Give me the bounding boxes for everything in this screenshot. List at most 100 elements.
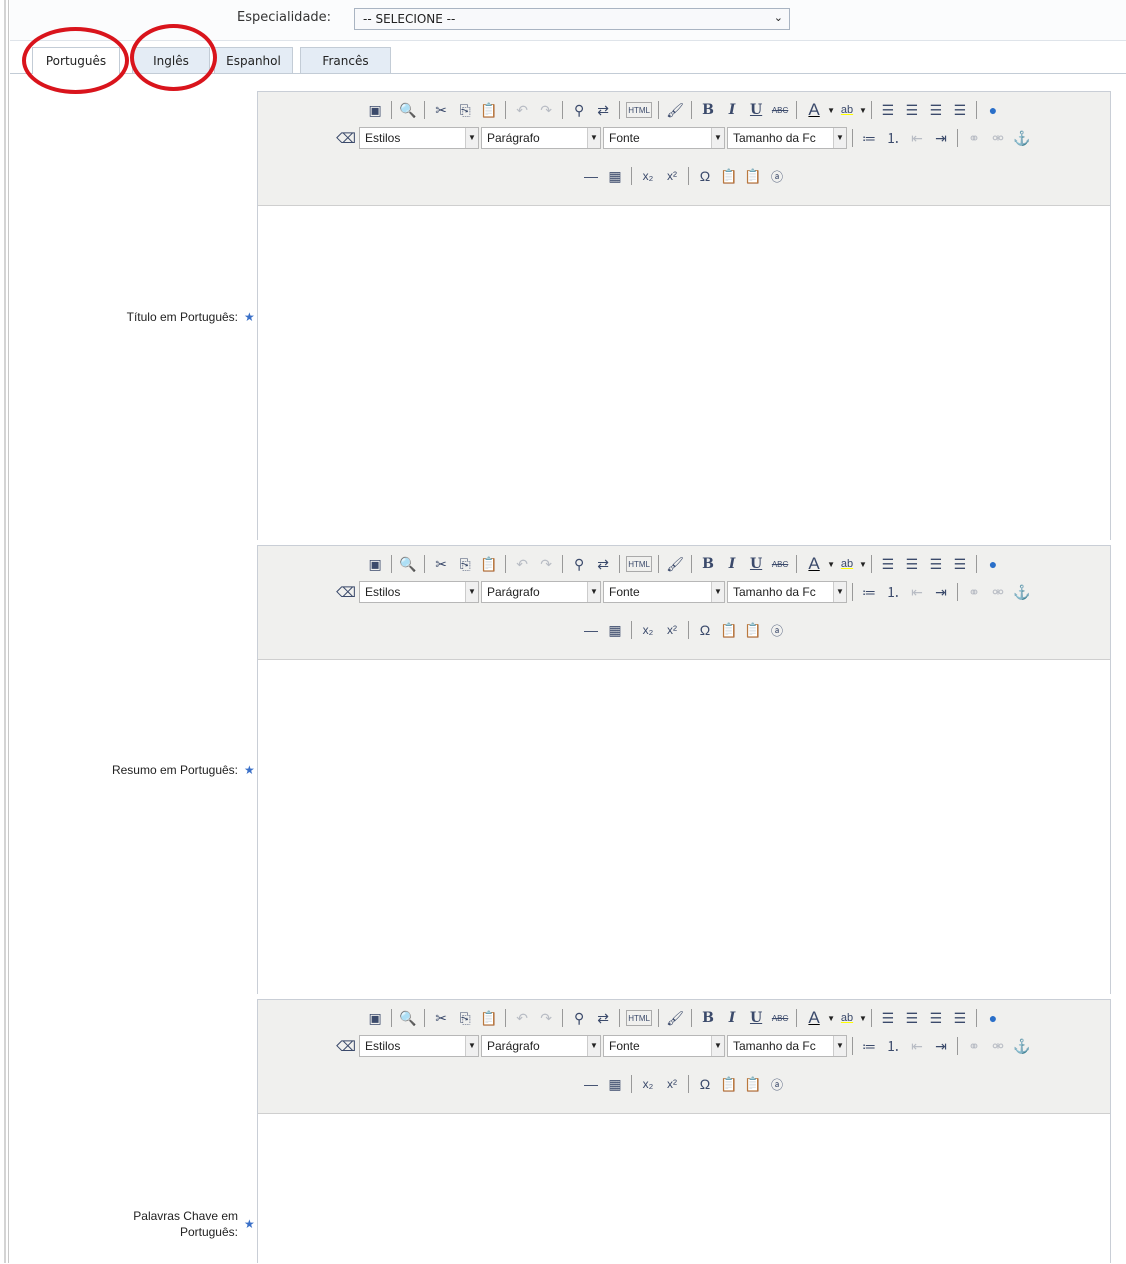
table-icon[interactable]: ▦ (605, 166, 625, 186)
italic-icon[interactable]: I (722, 100, 742, 120)
highlight-color-icon[interactable]: ab (837, 100, 857, 120)
indent-icon[interactable]: ⇥ (931, 582, 951, 602)
fullscreen-icon[interactable]: ▣ (365, 100, 385, 120)
align-center-icon[interactable]: ☰ (902, 554, 922, 574)
replace-icon[interactable]: ⇄ (593, 554, 613, 574)
html-source-icon[interactable]: HTML (626, 102, 653, 118)
font-color-icon[interactable]: A (803, 100, 825, 120)
redo-icon[interactable]: ↷ (536, 100, 556, 120)
outdent-icon[interactable]: ⇤ (907, 582, 927, 602)
font-combo[interactable]: Fonte ▼ (603, 1035, 725, 1057)
find-icon[interactable]: ⚲ (569, 554, 589, 574)
tab-ingles[interactable]: Inglês (132, 47, 210, 73)
horizontal-rule-icon[interactable]: — (581, 620, 601, 640)
align-left-icon[interactable]: ☰ (878, 1008, 898, 1028)
bold-icon[interactable]: B (698, 554, 718, 574)
help-icon[interactable]: ● (983, 100, 1003, 120)
paste-icon[interactable]: 📋 (479, 100, 499, 120)
align-right-icon[interactable]: ☰ (926, 554, 946, 574)
font-color-icon[interactable]: A (803, 554, 825, 574)
anchor-icon[interactable]: ⚓ (1012, 128, 1032, 148)
font-size-combo[interactable]: Tamanho da Fc ▼ (727, 127, 847, 149)
paste-word-icon[interactable]: 📋 (743, 1074, 763, 1094)
bold-icon[interactable]: B (698, 1008, 718, 1028)
strikethrough-icon[interactable]: ABC (770, 554, 790, 574)
help-icon[interactable]: ● (983, 554, 1003, 574)
align-left-icon[interactable]: ☰ (878, 100, 898, 120)
undo-icon[interactable]: ↶ (512, 554, 532, 574)
styles-combo[interactable]: Estilos ▼ (359, 1035, 479, 1057)
bold-icon[interactable]: B (698, 100, 718, 120)
special-char-icon[interactable]: Ω (695, 166, 715, 186)
link-icon[interactable]: ⚭ (964, 582, 984, 602)
outdent-icon[interactable]: ⇤ (907, 128, 927, 148)
replace-icon[interactable]: ⇄ (593, 100, 613, 120)
subscript-icon[interactable]: x₂ (638, 1074, 658, 1094)
find-icon[interactable]: ⚲ (569, 100, 589, 120)
fullscreen-icon[interactable]: ▣ (365, 1008, 385, 1028)
special-char-icon[interactable]: Ω (695, 620, 715, 640)
paste-word-icon[interactable]: 📋 (743, 620, 763, 640)
cleanup-icon[interactable]: 🖌 (665, 554, 685, 574)
unlink-icon[interactable]: ⚮ (988, 1036, 1008, 1056)
underline-icon[interactable]: U (746, 554, 766, 574)
superscript-icon[interactable]: x² (662, 1074, 682, 1094)
bullet-list-icon[interactable]: ≔ (859, 128, 879, 148)
preview-icon[interactable]: 🔍 (398, 554, 418, 574)
table-icon[interactable]: ▦ (605, 1074, 625, 1094)
select-all-icon[interactable]: ⓐ (767, 1074, 787, 1094)
help-icon[interactable]: ● (983, 1008, 1003, 1028)
align-right-icon[interactable]: ☰ (926, 100, 946, 120)
bullet-list-icon[interactable]: ≔ (859, 582, 879, 602)
numbered-list-icon[interactable]: ⒈ (883, 582, 903, 602)
eraser-icon[interactable]: ⌫ (336, 1036, 356, 1056)
strikethrough-icon[interactable]: ABC (770, 1008, 790, 1028)
cut-icon[interactable]: ✂ (431, 554, 451, 574)
preview-icon[interactable]: 🔍 (398, 100, 418, 120)
font-color-icon[interactable]: A (803, 1008, 825, 1028)
titulo-edit-area[interactable] (258, 206, 1110, 540)
paste-icon[interactable]: 📋 (479, 554, 499, 574)
unlink-icon[interactable]: ⚮ (988, 582, 1008, 602)
link-icon[interactable]: ⚭ (964, 1036, 984, 1056)
indent-icon[interactable]: ⇥ (931, 128, 951, 148)
align-left-icon[interactable]: ☰ (878, 554, 898, 574)
paragraph-combo[interactable]: Parágrafo ▼ (481, 581, 601, 603)
highlight-color-icon[interactable]: ab (837, 554, 857, 574)
align-justify-icon[interactable]: ☰ (950, 100, 970, 120)
cut-icon[interactable]: ✂ (431, 1008, 451, 1028)
font-combo[interactable]: Fonte ▼ (603, 581, 725, 603)
font-size-combo[interactable]: Tamanho da Fc ▼ (727, 1035, 847, 1057)
superscript-icon[interactable]: x² (662, 620, 682, 640)
copy-icon[interactable]: ⎘ (455, 554, 475, 574)
font-size-combo[interactable]: Tamanho da Fc ▼ (727, 581, 847, 603)
italic-icon[interactable]: I (722, 1008, 742, 1028)
copy-icon[interactable]: ⎘ (455, 100, 475, 120)
select-all-icon[interactable]: ⓐ (767, 166, 787, 186)
link-icon[interactable]: ⚭ (964, 128, 984, 148)
horizontal-rule-icon[interactable]: — (581, 166, 601, 186)
undo-icon[interactable]: ↶ (512, 1008, 532, 1028)
table-icon[interactable]: ▦ (605, 620, 625, 640)
align-justify-icon[interactable]: ☰ (950, 554, 970, 574)
align-center-icon[interactable]: ☰ (902, 100, 922, 120)
preview-icon[interactable]: 🔍 (398, 1008, 418, 1028)
special-char-icon[interactable]: Ω (695, 1074, 715, 1094)
superscript-icon[interactable]: x² (662, 166, 682, 186)
font-combo[interactable]: Fonte ▼ (603, 127, 725, 149)
paste-text-icon[interactable]: 📋 (719, 620, 739, 640)
paragraph-combo[interactable]: Parágrafo ▼ (481, 127, 601, 149)
horizontal-rule-icon[interactable]: — (581, 1074, 601, 1094)
align-center-icon[interactable]: ☰ (902, 1008, 922, 1028)
redo-icon[interactable]: ↷ (536, 1008, 556, 1028)
specialty-select[interactable]: -- SELECIONE -- ⌄ (354, 8, 790, 30)
highlight-color-icon[interactable]: ab (837, 1008, 857, 1028)
paste-text-icon[interactable]: 📋 (719, 1074, 739, 1094)
paste-icon[interactable]: 📋 (479, 1008, 499, 1028)
numbered-list-icon[interactable]: ⒈ (883, 128, 903, 148)
numbered-list-icon[interactable]: ⒈ (883, 1036, 903, 1056)
resumo-edit-area[interactable] (258, 660, 1110, 994)
bullet-list-icon[interactable]: ≔ (859, 1036, 879, 1056)
copy-icon[interactable]: ⎘ (455, 1008, 475, 1028)
replace-icon[interactable]: ⇄ (593, 1008, 613, 1028)
